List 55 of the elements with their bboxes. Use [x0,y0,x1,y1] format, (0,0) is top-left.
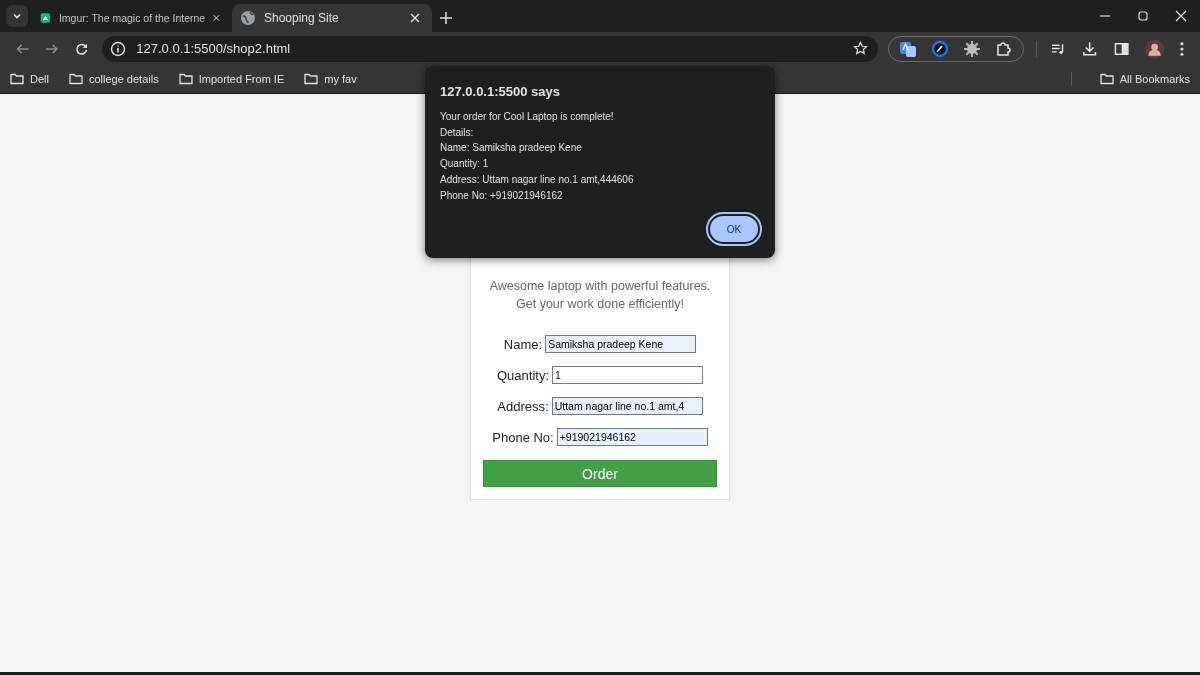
dialog-message-line: Quantity: 1 [440,157,490,172]
dialog-title: 127.0.0.1:5500 says [440,84,561,99]
browser-tab[interactable]: Shooping Site [232,4,432,32]
tab-title: Imgur: The magic of the Interne [58,12,206,24]
ok-button[interactable]: OK [708,214,760,244]
folder-icon [1099,73,1114,85]
bookmark-folder[interactable]: college details [68,73,159,85]
close-icon[interactable] [213,13,220,23]
tab-search-button[interactable] [6,5,28,27]
bookmark-folder[interactable]: All Bookmarks [1099,73,1190,85]
field-label: Quantity: [497,367,549,383]
field-label: Address: [497,398,549,414]
translate-icon[interactable] [898,39,917,58]
forward-icon[interactable] [45,41,59,56]
app-icon [40,10,51,26]
dialog-message-line: Details: [440,125,475,140]
reload-icon[interactable] [74,41,89,56]
menu-icon[interactable] [1180,40,1184,57]
new-tab-icon[interactable] [440,12,452,24]
dialog-message-line: Phone No: +919021946162 [440,188,564,203]
globe-icon [240,10,256,26]
close-icon[interactable] [1175,10,1187,22]
input-field[interactable]: Samiksha pradeep Kene [545,335,697,353]
close-icon[interactable] [410,13,420,23]
download-icon[interactable] [1082,40,1098,57]
back-icon[interactable] [16,41,30,56]
product-description: Awesome laptop with powerful features. Get your work done efficiently! [488,278,712,313]
folder-icon [304,73,319,85]
browser-tab[interactable]: Imgur: The magic of the Interne [32,4,232,32]
compass-icon[interactable] [930,39,949,58]
folder-icon [68,73,83,85]
bookmark-folder[interactable]: Imported From IE [178,73,285,85]
url-text: 127.0.0.1:5500/shop2.html [136,41,291,56]
maximize-icon[interactable] [1137,10,1149,22]
dialog-message-line: Name: Samiksha pradeep Kene [440,141,583,156]
input-field[interactable]: 1 [552,366,703,384]
dialog-message-line: Address: Uttam nagar line no.1 amt,444606 [440,172,635,187]
field-label: Name: [503,336,543,352]
bookmark-folder[interactable]: my fav [304,73,357,85]
input-field[interactable]: +919021946162 [556,428,708,446]
puzzle-icon[interactable] [994,39,1013,58]
address-bar[interactable]: 127.0.0.1:5500/shop2.html [102,35,878,62]
star-icon[interactable] [852,41,868,56]
input-field[interactable]: Uttam nagar line no.1 amt,4 [551,397,703,415]
chevron-icon [12,11,22,21]
tab-title: Shooping Site [264,11,340,25]
avatar-icon[interactable] [1144,38,1165,59]
dialog-message-line: Your order for Cool Laptop is complete! [440,110,615,124]
info-icon[interactable] [110,40,127,57]
folder-icon [10,73,24,85]
field-label: Phone No: [492,429,554,445]
bookmark-folder[interactable]: Dell [10,73,49,85]
folder-icon [178,73,193,85]
gear-icon[interactable] [962,39,981,58]
side-panel-icon[interactable] [1113,40,1129,57]
